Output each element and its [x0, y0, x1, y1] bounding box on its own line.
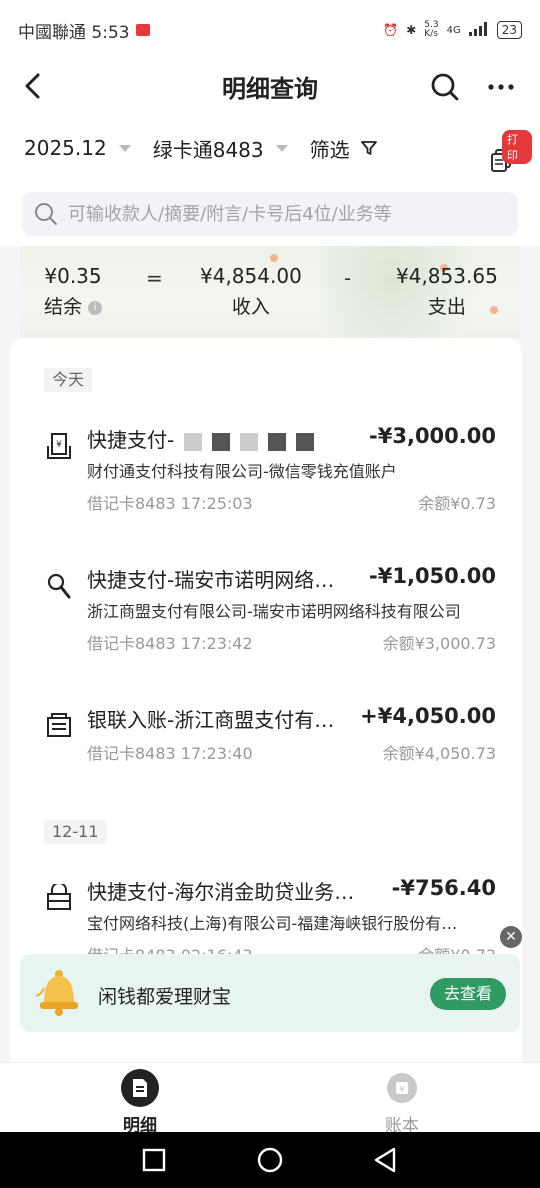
transaction-counterparty: 宝付网络科技(上海)有限公司-福建海峡银行股份有… — [87, 914, 458, 933]
transaction-item[interactable]: 银联入账-浙江商盟支付有… +¥4,050.00 借记卡8483 17:23:4… — [10, 704, 522, 824]
month-value: 2025.12 — [24, 136, 107, 160]
date-group-label: 12-11 — [44, 820, 107, 844]
transaction-counterparty: 财付通支付科技有限公司-微信零钱充值账户 — [87, 462, 397, 481]
redaction-block — [240, 432, 259, 451]
tab-bar: 明细 ¥ 账本 — [0, 1062, 540, 1136]
promo-banner[interactable]: 闲钱都爱理财宝 去查看 — [20, 954, 520, 1032]
expense-summary: ¥4,853.65 支出 — [396, 264, 498, 319]
redaction-block — [268, 432, 287, 451]
tab-ledger[interactable]: ¥ 账本 — [352, 1069, 452, 1136]
alarm-icon: ⏰ — [383, 23, 399, 37]
page-title: 明细查询 — [222, 74, 318, 103]
search-section — [0, 184, 540, 246]
income-value: ¥4,854.00 — [200, 264, 302, 288]
search-box[interactable] — [22, 192, 518, 236]
inbox-icon — [47, 713, 71, 737]
more-icon[interactable] — [486, 72, 516, 102]
svg-text:¥: ¥ — [56, 440, 62, 450]
home-icon[interactable] — [256, 1146, 284, 1174]
search-icon[interactable] — [430, 72, 460, 102]
transaction-counterparty: 浙江商盟支付有限公司-瑞安市诺明网络科技有限公司 — [87, 602, 461, 621]
date-group-label: 今天 — [44, 368, 93, 392]
balance-label: 结余 — [44, 296, 83, 318]
ledger-icon: ¥ — [387, 1073, 417, 1103]
status-bar: 中國聯通 5:53 ⏰ ✱ 5.3 K/s 4G 23 — [0, 0, 540, 60]
filter-label: 筛选 — [309, 137, 350, 162]
recents-icon[interactable] — [142, 1148, 166, 1172]
signal-icon — [468, 21, 489, 39]
card-selector[interactable]: 绿卡通8483 — [153, 134, 288, 163]
tab-details[interactable]: 明细 — [90, 1069, 190, 1136]
transaction-amount: -¥1,050.00 — [369, 564, 496, 588]
card-value: 绿卡通8483 — [152, 137, 264, 162]
transaction-balance: 余额¥4,050.73 — [382, 744, 496, 763]
print-button[interactable]: 打印 — [488, 130, 532, 174]
balance-summary: ¥0.35 结余 i — [44, 264, 103, 319]
transaction-item[interactable]: ¥ 快捷支付- -¥3,000.00 财付通支付科技有限公司-微信零钱充值账户 … — [10, 424, 522, 544]
net-speed: 5.3 K/s — [424, 20, 439, 39]
sim-icon — [135, 24, 150, 36]
bluetooth-icon: ✱ — [406, 23, 417, 37]
equals-sign: = — [146, 266, 163, 290]
transaction-balance: 余额¥3,000.73 — [382, 634, 496, 653]
decor-dot — [270, 254, 278, 262]
transaction-amount: +¥4,050.00 — [360, 704, 496, 728]
transaction-balance: 余额¥0.73 — [418, 494, 496, 513]
net-type: 4G — [446, 24, 461, 36]
transaction-item[interactable]: 快捷支付-瑞安市诺明网络… -¥1,050.00 浙江商盟支付有限公司-瑞安市诺… — [10, 564, 522, 684]
transaction-amount: -¥3,000.00 — [369, 424, 496, 448]
carrier-time: 中國聯通 5:53 — [18, 22, 130, 43]
redaction-block — [296, 432, 315, 451]
transaction-meta: 借记卡8483 17:23:42 — [87, 634, 253, 653]
redaction-block — [212, 432, 231, 451]
income-label: 收入 — [231, 296, 270, 318]
balance-value: ¥0.35 — [44, 264, 102, 288]
close-icon[interactable]: ✕ — [500, 926, 522, 948]
balance-label-wrap: 结余 i — [44, 292, 103, 319]
expense-label: 支出 — [427, 296, 466, 318]
print-badge: 打印 — [502, 130, 532, 164]
system-nav-bar — [0, 1132, 540, 1188]
yen-document-icon: ¥ — [47, 433, 71, 459]
back-icon[interactable] — [372, 1146, 398, 1174]
transaction-meta: 借记卡8483 17:25:03 — [87, 494, 253, 513]
funnel-icon — [360, 141, 377, 155]
filter-row: 2025.12 绿卡通8483 筛选 打印 — [0, 112, 540, 184]
transaction-title: 快捷支付-海尔消金助贷业务… — [87, 880, 355, 904]
summary-banner: ¥0.35 结余 i = ¥4,854.00 收入 - ¥4,853.65 支出 — [20, 246, 520, 338]
transaction-title: 快捷支付-瑞安市诺明网络… — [87, 568, 335, 592]
search-input[interactable] — [68, 203, 488, 225]
transaction-amount: -¥756.40 — [391, 876, 496, 900]
svg-text:¥: ¥ — [399, 1085, 405, 1095]
caret-down-icon — [118, 144, 131, 152]
info-icon[interactable]: i — [88, 300, 103, 315]
navbar: 明细查询 — [0, 60, 540, 112]
back-arrow-icon[interactable] — [20, 72, 46, 100]
view-button[interactable]: 去查看 — [430, 978, 506, 1010]
transaction-title: 银联入账-浙江商盟支付有… — [87, 708, 335, 732]
month-selector[interactable]: 2025.12 — [24, 136, 131, 160]
battery-icon: 23 — [496, 21, 522, 39]
basket-icon — [47, 884, 71, 910]
filter-button[interactable]: 筛选 — [310, 134, 378, 163]
bell-icon — [35, 970, 78, 1016]
promo-text: 闲钱都爱理财宝 — [98, 986, 232, 1008]
redaction-block — [184, 432, 203, 451]
document-icon — [121, 1069, 159, 1107]
search-icon — [35, 203, 57, 225]
minus-sign: - — [344, 266, 352, 290]
search-tag-icon — [47, 573, 71, 599]
expense-value: ¥4,853.65 — [396, 264, 498, 288]
income-summary: ¥4,854.00 收入 — [200, 264, 302, 319]
transaction-title: 快捷支付- — [87, 424, 315, 453]
transaction-meta: 借记卡8483 17:23:40 — [87, 744, 253, 763]
caret-down-icon — [275, 144, 288, 152]
